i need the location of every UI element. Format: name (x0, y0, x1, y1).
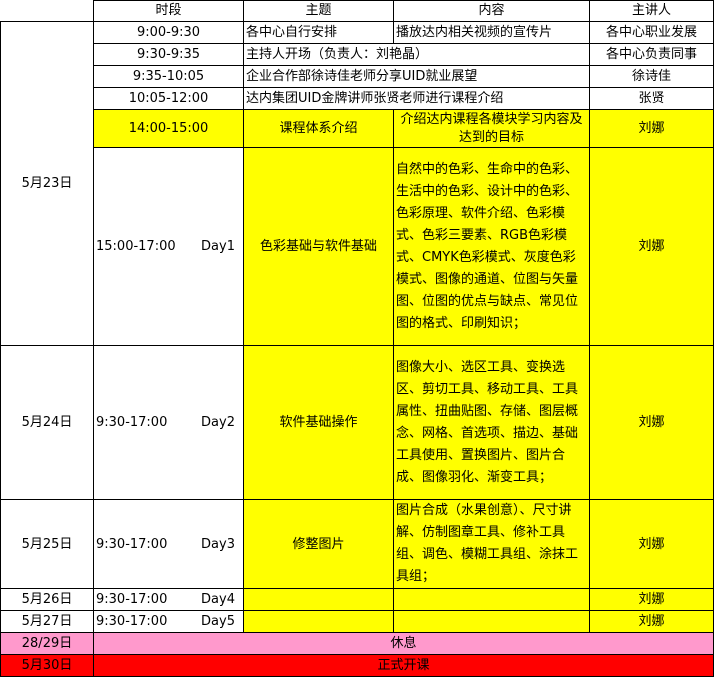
content-cell: 图像大小、选区工具、变换选区、剪切工具、移动工具、工具属性、扭曲贴图、存储、图层… (393, 345, 590, 500)
topic-cell: 色彩基础与软件基础 (243, 147, 394, 346)
content-cell: 介绍达内课程各模块学习内容及达到的目标 (393, 109, 590, 148)
content-cell: 图片合成（水果创意）、尺寸讲解、仿制图章工具、修补工具组、调色、模糊工具组、涂抹… (393, 499, 590, 589)
day-text: Day1 (201, 239, 235, 254)
date-cell: 28/29日 (0, 632, 94, 655)
table-row: 15:00-17:00 Day1 色彩基础与软件基础 自然中的色彩、生命中的色彩、… (1, 147, 714, 346)
content-cell: 播放达内相关视频的宣传片 (393, 21, 590, 44)
corner-cell (0, 0, 94, 22)
time-cell: 9:30-9:35 (93, 43, 244, 66)
table-row: 9:30-9:35 主持人开场（负责人：刘艳晶） 各中心负责同事 (1, 43, 714, 66)
start-note: 正式开课 (93, 654, 714, 677)
speaker-cell: 刘娜 (589, 109, 714, 148)
date-cell: 5月25日 (0, 499, 94, 589)
time-cell: 9:00-9:30 (93, 21, 244, 44)
date-cell: 5月26日 (0, 588, 94, 611)
date-cell: 5月27日 (0, 610, 94, 633)
header-topic: 主题 (243, 0, 394, 22)
content-cell: 自然中的色彩、生命中的色彩、生活中的色彩、设计中的色彩、色彩原理、软件介绍、色彩… (393, 147, 590, 346)
date-cell: 5月24日 (0, 345, 94, 500)
speaker-cell: 各中心负责同事 (589, 43, 714, 66)
header-time: 时段 (93, 0, 244, 22)
topic-cell: 各中心自行安排 (243, 21, 394, 44)
table-row: 28/29日 休息 (0, 632, 714, 655)
topic-cell: 修整图片 (243, 499, 394, 589)
schedule-sheet: 时段 主题 内容 主讲人 5月23日 9:00-9:30 各中心自行安排 播放达… (0, 0, 715, 682)
time-text: 15:00-17:00 (96, 239, 176, 254)
speaker-cell: 刘娜 (589, 147, 714, 346)
date-cell: 5月30日 (0, 654, 94, 677)
topic-cell: 主持人开场（负责人：刘艳晶） (243, 43, 590, 66)
time-text: 9:30-17:00 (96, 614, 168, 629)
table-row: 5月25日 9:30-17:00 Day3 修整图片 图片合成（水果创意）、尺寸讲… (0, 499, 714, 589)
time-text: 9:30-17:00 (96, 536, 168, 552)
table-row: 14:00-15:00 课程体系介绍 介绍达内课程各模块学习内容及达到的目标 刘… (1, 109, 714, 148)
table-row: 5月30日 正式开课 (0, 654, 714, 677)
table-row: 5月23日 9:00-9:30 各中心自行安排 播放达内相关视频的宣传片 各中心… (0, 21, 714, 346)
header-row: 时段 主题 内容 主讲人 (0, 0, 714, 22)
topic-cell (243, 610, 394, 633)
table-row: 5月27日 9:30-17:00 Day5 刘娜 (0, 610, 714, 633)
day-text: Day4 (201, 592, 235, 607)
topic-cell: 软件基础操作 (243, 345, 394, 500)
speaker-cell: 刘娜 (589, 345, 714, 500)
table-row: 9:35-10:05 企业合作部徐诗佳老师分享UID就业展望 徐诗佳 (1, 65, 714, 88)
time-cell: 9:30-17:00 Day2 (93, 345, 244, 500)
content-cell (393, 588, 590, 611)
time-text: 9:30-17:00 (96, 592, 168, 607)
day-text: Day2 (201, 415, 235, 430)
speaker-cell: 张贤 (589, 87, 714, 110)
time-cell: 9:35-10:05 (93, 65, 244, 88)
table-row: 5月24日 9:30-17:00 Day2 软件基础操作 图像大小、选区工具、变换… (0, 345, 714, 500)
time-text: 9:30-17:00 (96, 415, 168, 430)
speaker-cell: 刘娜 (589, 610, 714, 633)
topic-cell: 企业合作部徐诗佳老师分享UID就业展望 (243, 65, 590, 88)
speaker-cell: 刘娜 (589, 588, 714, 611)
header-speaker: 主讲人 (589, 0, 714, 22)
header-content: 内容 (393, 0, 590, 22)
rest-note: 休息 (93, 632, 714, 655)
time-cell: 14:00-15:00 (93, 109, 244, 148)
table-row: 10:05-12:00 达内集团UID金牌讲师张贤老师进行课程介绍 张贤 (1, 87, 714, 110)
time-cell: 15:00-17:00 Day1 (93, 147, 244, 346)
topic-cell: 课程体系介绍 (243, 109, 394, 148)
table-row: 5月26日 9:30-17:00 Day4 刘娜 (0, 588, 714, 611)
speaker-cell: 徐诗佳 (589, 65, 714, 88)
day-text: Day3 (201, 536, 235, 552)
topic-cell (243, 588, 394, 611)
topic-cell: 达内集团UID金牌讲师张贤老师进行课程介绍 (243, 87, 590, 110)
time-cell: 9:30-17:00 Day3 (93, 499, 244, 589)
speaker-cell: 各中心职业发展 (589, 21, 714, 44)
date-cell: 5月23日 (0, 21, 94, 346)
day-text: Day5 (201, 614, 235, 629)
content-cell (393, 610, 590, 633)
time-cell: 9:30-17:00 Day4 (93, 588, 244, 611)
time-cell: 9:30-17:00 Day5 (93, 610, 244, 633)
time-cell: 10:05-12:00 (93, 87, 244, 110)
speaker-cell: 刘娜 (589, 499, 714, 589)
schedule-table: 时段 主题 内容 主讲人 5月23日 9:00-9:30 各中心自行安排 播放达… (0, 0, 714, 677)
